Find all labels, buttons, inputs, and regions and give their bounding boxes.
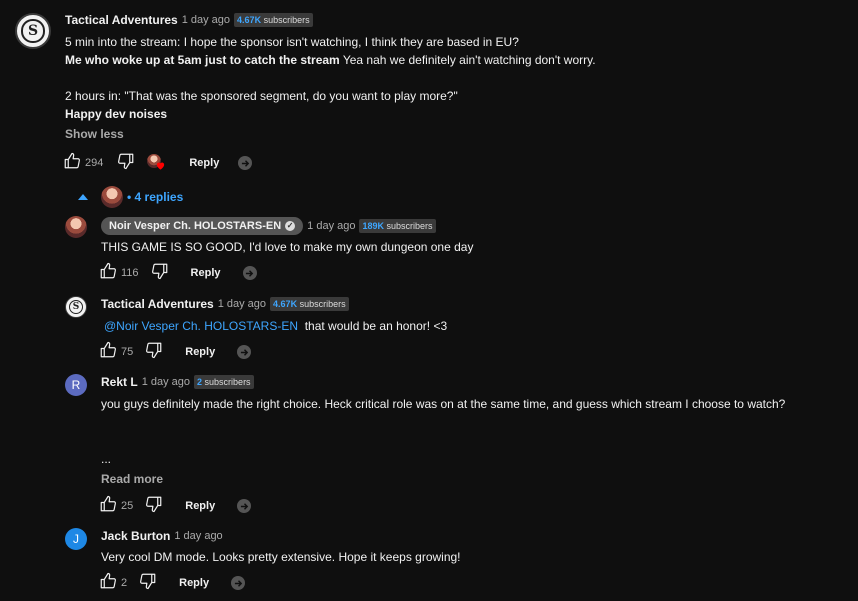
reply-header: Rekt L 1 day ago 2 subscribers bbox=[101, 375, 254, 389]
author-name[interactable]: Tactical Adventures bbox=[65, 13, 178, 27]
share-icon[interactable] bbox=[238, 156, 253, 170]
read-more-button[interactable]: Read more bbox=[101, 472, 163, 486]
reply-button[interactable]: Reply bbox=[185, 346, 215, 358]
share-icon[interactable] bbox=[231, 576, 246, 590]
like-icon[interactable] bbox=[99, 495, 117, 518]
reply-button[interactable]: Reply bbox=[179, 577, 209, 589]
like-icon[interactable] bbox=[99, 341, 117, 364]
comment-header: Tactical Adventures 1 day ago 4.67K subs… bbox=[65, 13, 313, 27]
dislike-icon[interactable] bbox=[145, 495, 163, 518]
author-chip[interactable]: Noir Vesper Ch. HOLOSTARS-EN ✓ bbox=[101, 217, 304, 235]
avatar-tactical-adventures[interactable]: S bbox=[15, 13, 51, 49]
comment-line: Me who woke up at 5am just to catch the … bbox=[65, 53, 596, 67]
avatar-noir-vesper[interactable] bbox=[65, 216, 87, 238]
reply-actions: 75 Reply bbox=[99, 341, 252, 364]
subscriber-badge: 2 subscribers bbox=[194, 375, 254, 389]
logo-icon: S bbox=[21, 19, 45, 43]
dislike-icon[interactable] bbox=[117, 152, 135, 175]
like-count: 294 bbox=[85, 157, 104, 169]
reply-header: Noir Vesper Ch. HOLOSTARS-EN ✓ 1 day ago … bbox=[101, 217, 436, 235]
reply-text: you guys definitely made the right choic… bbox=[101, 397, 786, 411]
like-count: 2 bbox=[121, 577, 128, 589]
show-less-button[interactable]: Show less bbox=[65, 127, 124, 141]
reply-actions: 2 Reply bbox=[99, 572, 246, 595]
replies-toggle[interactable]: • 4 replies bbox=[78, 186, 183, 208]
like-icon[interactable] bbox=[99, 572, 117, 595]
replies-count-link[interactable]: • 4 replies bbox=[127, 190, 183, 204]
reply-header: Tactical Adventures 1 day ago 4.67K subs… bbox=[101, 297, 349, 311]
author-name[interactable]: Tactical Adventures bbox=[101, 297, 214, 311]
avatar-rekt-l[interactable]: R bbox=[65, 374, 87, 396]
replier-avatar bbox=[101, 186, 123, 208]
comment-line: Happy dev noises bbox=[65, 107, 168, 121]
comment-actions: 294 Reply bbox=[63, 152, 253, 175]
reply-actions: 116 Reply bbox=[99, 262, 257, 284]
comment-line: 5 min into the stream: I hope the sponso… bbox=[65, 35, 519, 49]
reply-button[interactable]: Reply bbox=[189, 157, 219, 169]
avatar-tactical-adventures[interactable]: S bbox=[65, 296, 87, 318]
dislike-icon[interactable] bbox=[139, 572, 157, 595]
timestamp[interactable]: 1 day ago bbox=[182, 14, 230, 26]
like-count: 25 bbox=[121, 500, 134, 512]
timestamp[interactable]: 1 day ago bbox=[142, 376, 190, 388]
comment-line: 2 hours in: "That was the sponsored segm… bbox=[65, 89, 458, 103]
like-count: 116 bbox=[121, 267, 139, 279]
timestamp[interactable]: 1 day ago bbox=[174, 530, 222, 542]
dislike-icon[interactable] bbox=[151, 262, 169, 285]
author-name[interactable]: Rekt L bbox=[101, 375, 138, 389]
author-name[interactable]: Jack Burton bbox=[101, 529, 170, 543]
reply-text: @Noir Vesper Ch. HOLOSTARS-EN that would… bbox=[104, 319, 448, 333]
avatar-jack-burton[interactable]: J bbox=[65, 528, 87, 550]
creator-heart-icon bbox=[147, 154, 167, 172]
timestamp[interactable]: 1 day ago bbox=[218, 298, 266, 310]
share-icon[interactable] bbox=[242, 266, 257, 280]
like-count: 75 bbox=[121, 346, 134, 358]
reply-text: Very cool DM mode. Looks pretty extensiv… bbox=[101, 550, 461, 564]
timestamp[interactable]: 1 day ago bbox=[307, 220, 355, 232]
chevron-up-icon bbox=[78, 194, 88, 200]
reply-text: THIS GAME IS SO GOOD, I'd love to make m… bbox=[101, 240, 474, 254]
reply-button[interactable]: Reply bbox=[191, 267, 221, 279]
share-icon[interactable] bbox=[237, 499, 252, 513]
like-icon[interactable] bbox=[99, 262, 117, 285]
share-icon[interactable] bbox=[237, 345, 252, 359]
dislike-icon[interactable] bbox=[145, 341, 163, 364]
subscriber-badge: 4.67K subscribers bbox=[270, 297, 349, 311]
subscriber-badge: 189K subscribers bbox=[359, 219, 436, 233]
verified-check-icon: ✓ bbox=[285, 221, 296, 231]
reply-ellipsis: ... bbox=[101, 452, 112, 466]
reply-button[interactable]: Reply bbox=[185, 500, 215, 512]
subscriber-badge: 4.67K subscribers bbox=[234, 13, 313, 27]
reply-header: Jack Burton 1 day ago bbox=[101, 529, 223, 543]
mention-link[interactable]: @Noir Vesper Ch. HOLOSTARS-EN bbox=[104, 319, 298, 333]
reply-actions: 25 Reply bbox=[99, 495, 252, 518]
like-icon[interactable] bbox=[63, 152, 81, 175]
logo-icon: S bbox=[68, 299, 84, 315]
